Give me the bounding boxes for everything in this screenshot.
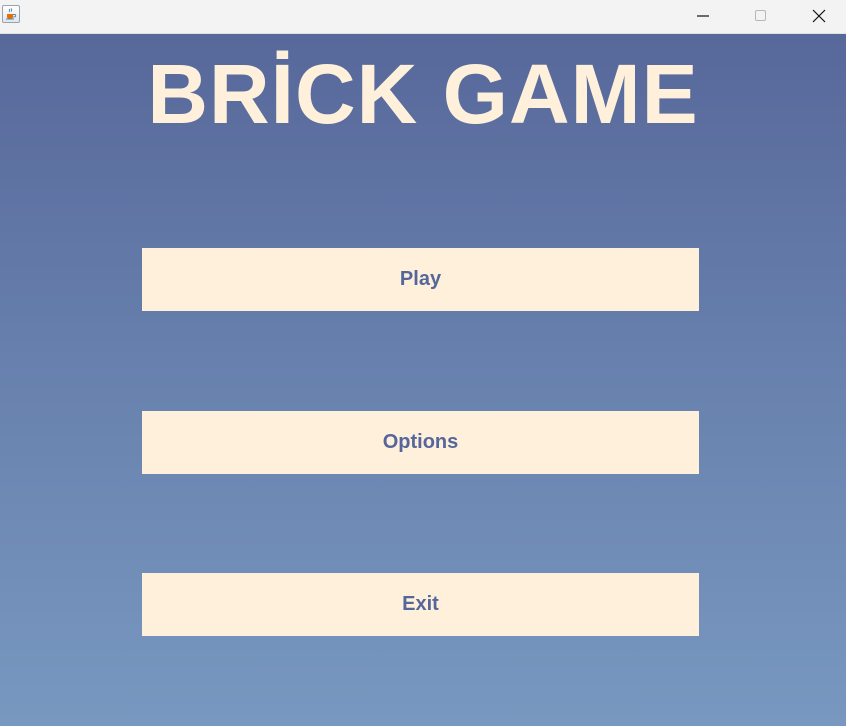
minimize-icon (697, 15, 709, 17)
options-button-label: Options (382, 431, 459, 453)
options-button[interactable]: Options (142, 411, 699, 474)
maximize-icon (755, 10, 766, 21)
java-cup-icon (2, 5, 20, 23)
play-button-label: Play (399, 268, 442, 290)
menu-panel: BRİCK GAME Play Options Exit (0, 34, 846, 726)
close-icon (812, 9, 826, 23)
play-button[interactable]: Play (142, 248, 699, 311)
exit-button-label: Exit (402, 593, 439, 615)
title-bar[interactable] (0, 0, 846, 34)
maximize-button[interactable] (732, 0, 790, 32)
minimize-button[interactable] (674, 0, 732, 32)
game-window: BRİCK GAME Play Options Exit (0, 0, 846, 726)
game-title: BRİCK GAME (147, 47, 699, 141)
exit-button[interactable]: Exit (142, 573, 699, 636)
close-button[interactable] (790, 0, 846, 32)
